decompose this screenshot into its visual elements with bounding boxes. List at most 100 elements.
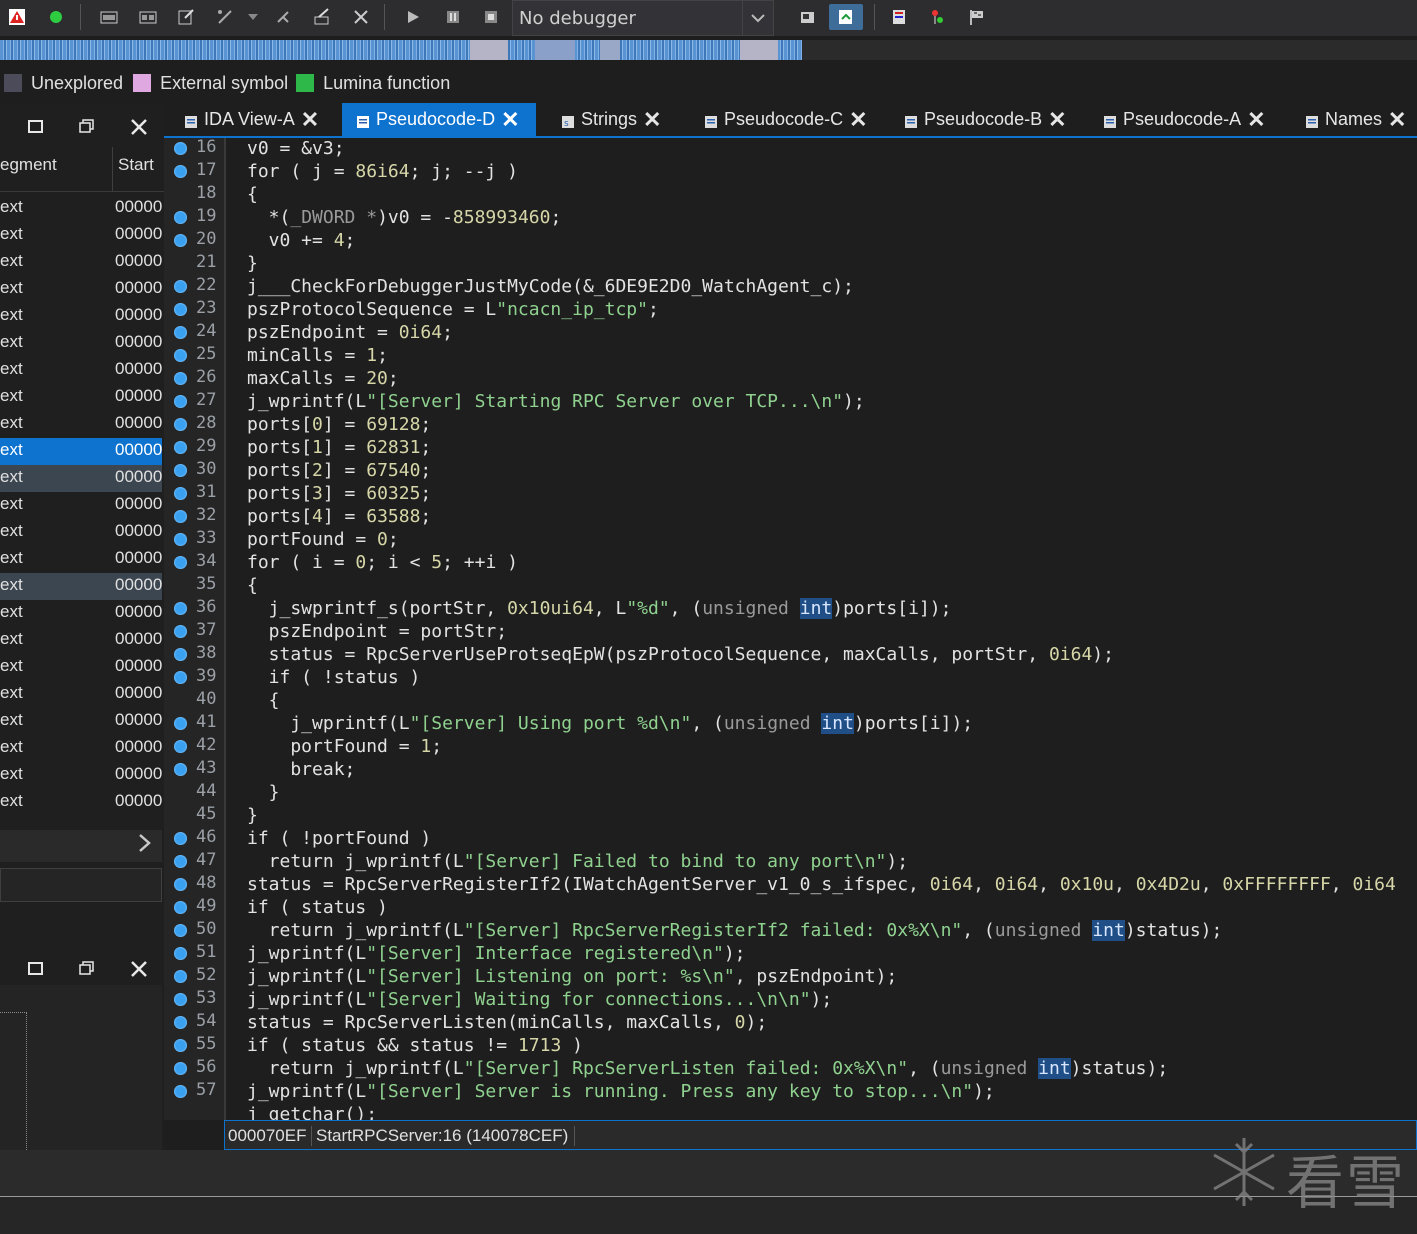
debugger-select[interactable]: No debugger <box>512 0 774 36</box>
line-number[interactable]: 52 <box>164 965 224 988</box>
breakpoint-dot-icon[interactable] <box>174 1062 187 1075</box>
table-row[interactable]: ext 00000 <box>0 492 162 519</box>
code-line[interactable]: return j_wprintf(L"[Server] RpcServerLis… <box>247 1057 1168 1080</box>
breakpoint-dot-icon[interactable] <box>174 901 187 914</box>
code-line[interactable]: *(_DWORD *)v0 = -858993460; <box>247 206 562 229</box>
line-number[interactable]: 42 <box>164 735 224 758</box>
breakpoint-dot-icon[interactable] <box>174 878 187 891</box>
line-number[interactable]: 38 <box>164 643 224 666</box>
maximize-icon[interactable] <box>28 118 44 139</box>
tracing-icon[interactable] <box>924 4 950 30</box>
breakpoint-dot-icon[interactable] <box>174 1085 187 1098</box>
breakpoint-dot-icon[interactable] <box>174 717 187 730</box>
line-number[interactable]: 25 <box>164 344 224 367</box>
table-row[interactable]: ext 00000 <box>0 762 162 789</box>
close-icon[interactable] <box>348 4 374 30</box>
breakpoint-dot-icon[interactable] <box>174 947 187 960</box>
line-number[interactable]: 39 <box>164 666 224 689</box>
play-icon[interactable] <box>400 4 426 30</box>
line-number[interactable]: 51 <box>164 942 224 965</box>
table-row[interactable]: ext 00000 <box>0 384 162 411</box>
maximize-icon[interactable] <box>28 960 44 981</box>
table-row[interactable]: ext 00000 <box>0 357 162 384</box>
xrefs-icon[interactable] <box>212 4 238 30</box>
code-line[interactable]: maxCalls = 20; <box>247 367 399 390</box>
code-line[interactable]: pszProtocolSequence = L"ncacn_ip_tcp"; <box>247 298 659 321</box>
breakpoint-dot-icon[interactable] <box>174 349 187 362</box>
code-line[interactable]: ports[2] = 67540; <box>247 459 431 482</box>
restore-icon[interactable] <box>79 118 95 139</box>
breakpoint-dot-icon[interactable] <box>174 763 187 776</box>
close-icon[interactable]: ✕ <box>643 107 661 133</box>
code-line[interactable]: j_wprintf(L"[Server] Waiting for connect… <box>247 988 832 1011</box>
chevron-right-icon[interactable] <box>138 833 152 859</box>
code-line[interactable]: j_wprintf(L"[Server] Starting RPC Server… <box>247 390 865 413</box>
code-line[interactable]: j_swprintf_s(portStr, 0x10ui64, L"%d", (… <box>247 597 951 620</box>
breakpoint-dot-icon[interactable] <box>174 418 187 431</box>
line-number[interactable]: 45 <box>164 804 224 827</box>
breakpoint-dot-icon[interactable] <box>174 303 187 316</box>
table-row[interactable]: ext 00000 <box>0 654 162 681</box>
close-icon[interactable]: ✕ <box>301 107 319 133</box>
table-row[interactable]: ext 00000 <box>0 519 162 546</box>
code-line[interactable]: if ( !status ) <box>247 666 421 689</box>
breakpoint-dot-icon[interactable] <box>174 1039 187 1052</box>
line-number[interactable]: 21 <box>164 252 224 275</box>
code-line[interactable]: if ( status ) <box>247 896 388 919</box>
column-header-start[interactable]: Start <box>118 155 154 175</box>
line-number[interactable]: 50 <box>164 919 224 942</box>
line-number[interactable]: 36 <box>164 597 224 620</box>
attach-process-icon[interactable] <box>795 4 821 30</box>
code-line[interactable]: j___CheckForDebuggerJustMyCode(&_6DE9E2D… <box>247 275 854 298</box>
code-line[interactable]: return j_wprintf(L"[Server] RpcServerReg… <box>247 919 1222 942</box>
run-to-cursor-icon[interactable] <box>829 4 863 30</box>
patch-icon[interactable] <box>309 4 335 30</box>
code-line[interactable]: break; <box>247 758 355 781</box>
code-line[interactable]: for ( j = 86i64; j; --j ) <box>247 160 518 183</box>
table-row[interactable]: ext 00000 <box>0 573 162 600</box>
code-line[interactable]: portFound = 0; <box>247 528 399 551</box>
code-line[interactable]: status = RpcServerRegisterIf2(IWatchAgen… <box>247 873 1396 896</box>
table-row[interactable]: ext 00000 <box>0 303 162 330</box>
breakpoint-dot-icon[interactable] <box>174 533 187 546</box>
code-line[interactable]: } <box>247 804 258 827</box>
tab-pseudocode-c[interactable]: Pseudocode-C ✕ <box>704 103 868 136</box>
close-icon[interactable]: ✕ <box>501 107 519 133</box>
chevron-down-icon[interactable] <box>742 1 773 35</box>
table-row[interactable]: ext 00000 <box>0 276 162 303</box>
line-number[interactable]: 19 <box>164 206 224 229</box>
code-line[interactable]: portFound = 1; <box>247 735 442 758</box>
warning-icon[interactable] <box>4 4 30 30</box>
breakpoint-dot-icon[interactable] <box>174 924 187 937</box>
stop-icon[interactable] <box>478 4 504 30</box>
line-number[interactable]: 20 <box>164 229 224 252</box>
breakpoint-dot-icon[interactable] <box>174 556 187 569</box>
table-row[interactable]: ext 00000 <box>0 789 162 816</box>
segments-filter-input[interactable] <box>0 868 162 902</box>
breakpoint-dot-icon[interactable] <box>174 326 187 339</box>
breakpoint-dot-icon[interactable] <box>174 510 187 523</box>
code-line[interactable]: pszEndpoint = portStr; <box>247 620 507 643</box>
code-line[interactable]: minCalls = 1; <box>247 344 388 367</box>
close-icon[interactable]: ✕ <box>1247 107 1265 133</box>
breakpoint-dot-icon[interactable] <box>174 671 187 684</box>
restore-icon[interactable] <box>79 960 95 981</box>
line-number[interactable]: 57 <box>164 1080 224 1103</box>
breakpoint-dot-icon[interactable] <box>174 234 187 247</box>
line-number[interactable]: 17 <box>164 160 224 183</box>
close-icon[interactable] <box>130 118 148 141</box>
code-line[interactable]: } <box>247 781 280 804</box>
code-line[interactable]: if ( !portFound ) <box>247 827 431 850</box>
tab-pseudocode-d[interactable]: Pseudocode-D ✕ <box>342 103 536 136</box>
line-number[interactable]: 31 <box>164 482 224 505</box>
code-line[interactable]: { <box>247 183 258 206</box>
code-line[interactable]: ports[1] = 62831; <box>247 436 431 459</box>
line-number[interactable]: 26 <box>164 367 224 390</box>
pseudocode-view[interactable]: v0 = &v3; for ( j = 86i64; j; --j ){ *(_D… <box>226 138 1417 1120</box>
line-number[interactable]: 28 <box>164 413 224 436</box>
breakpoint-dot-icon[interactable] <box>174 648 187 661</box>
line-number[interactable]: 29 <box>164 436 224 459</box>
line-number[interactable]: 22 <box>164 275 224 298</box>
table-row[interactable]: ext 00000 <box>0 708 162 735</box>
breakpoint-dot-icon[interactable] <box>174 602 187 615</box>
